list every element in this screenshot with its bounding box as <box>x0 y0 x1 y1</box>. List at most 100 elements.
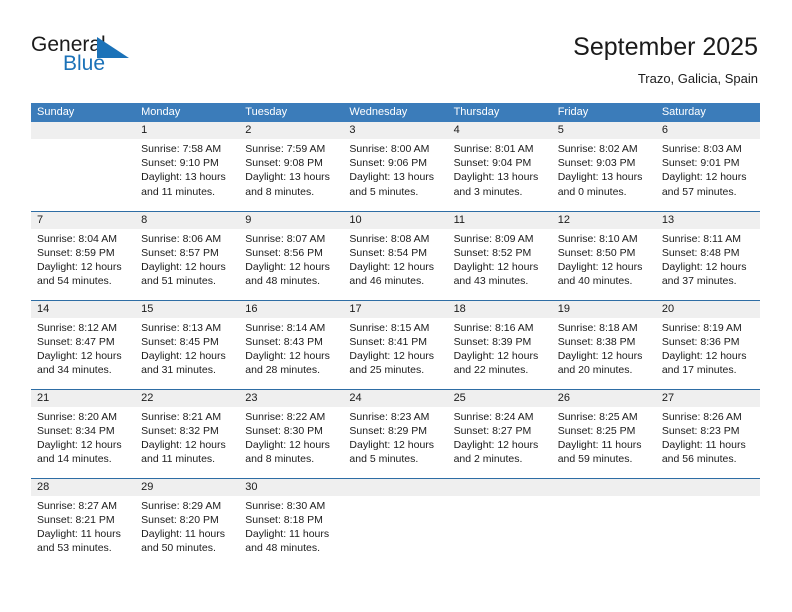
day-number: 3 <box>343 122 448 139</box>
day-number: 14 <box>31 300 136 318</box>
daylight-text-line1: Daylight: 12 hours <box>349 260 435 273</box>
daylight-text-line1: Daylight: 11 hours <box>37 527 121 540</box>
title-block: September 2025 Trazo, Galicia, Spain <box>573 32 758 86</box>
day-cell-inner: 13 Sunrise: 8:11 AM Sunset: 8:48 PM Dayligh… <box>655 211 760 300</box>
sunrise-text: Sunrise: 8:30 AM <box>245 499 326 512</box>
calendar-day-cell[interactable]: 24 Sunrise: 8:23 AM Sunset: 8:29 PM Dayligh… <box>343 388 448 478</box>
day-number: 27 <box>655 389 760 407</box>
calendar-day-cell[interactable]: 22 Sunrise: 8:21 AM Sunset: 8:32 PM Dayligh… <box>135 388 240 478</box>
day-cell-inner: 17 Sunrise: 8:15 AM Sunset: 8:41 PM Dayligh… <box>343 300 448 389</box>
day-number: 20 <box>655 300 760 318</box>
sunrise-text: Sunrise: 8:09 AM <box>453 232 534 245</box>
daylight-text-line2: and 31 minutes. <box>141 364 216 377</box>
day-cell-details: Sunrise: 8:06 AM Sunset: 8:57 PM Daylight:… <box>135 229 239 289</box>
day-cell-inner <box>551 478 656 568</box>
calendar-day-cell[interactable]: 18 Sunrise: 8:16 AM Sunset: 8:39 PM Dayligh… <box>447 299 552 389</box>
daylight-text-line2: and 11 minutes. <box>141 185 216 198</box>
day-cell-details: Sunrise: 8:12 AM Sunset: 8:47 PM Daylight:… <box>31 318 135 378</box>
calendar-day-cell[interactable]: 29 Sunrise: 8:29 AM Sunset: 8:20 PM Dayligh… <box>135 477 240 568</box>
sunrise-text: Sunrise: 8:13 AM <box>141 321 222 334</box>
calendar-day-cell[interactable]: 1 Sunrise: 7:58 AM Sunset: 9:10 PM Daylight… <box>135 122 240 211</box>
calendar-day-cell <box>551 477 656 568</box>
calendar-day-cell[interactable]: 3 Sunrise: 8:00 AM Sunset: 9:06 PM Daylight… <box>343 122 448 211</box>
day-header-saturday: Saturday <box>655 103 760 122</box>
day-cell-inner: 23 Sunrise: 8:22 AM Sunset: 8:30 PM Dayligh… <box>239 389 344 478</box>
daylight-text-line2: and 8 minutes. <box>245 453 315 466</box>
calendar-day-cell[interactable]: 28 Sunrise: 8:27 AM Sunset: 8:21 PM Dayligh… <box>31 477 136 567</box>
sunset-text: Sunset: 8:45 PM <box>141 335 219 348</box>
calendar-day-cell[interactable]: 12 Sunrise: 8:10 AM Sunset: 8:50 PM Dayligh… <box>551 210 656 300</box>
daylight-text-line2: and 17 minutes. <box>661 364 737 377</box>
day-cell-inner: 2 Sunrise: 7:59 AM Sunset: 9:08 PM Daylight… <box>239 122 344 211</box>
day-cell-inner: 21 Sunrise: 8:20 AM Sunset: 8:34 PM Dayligh… <box>31 389 136 478</box>
calendar-day-cell[interactable]: 11 Sunrise: 8:09 AM Sunset: 8:52 PM Dayligh… <box>447 210 552 300</box>
sunrise-text: Sunrise: 8:20 AM <box>37 410 117 423</box>
day-number: 29 <box>135 478 240 496</box>
daylight-text-line2: and 0 minutes. <box>557 185 627 198</box>
day-cell-inner: 16 Sunrise: 8:14 AM Sunset: 8:43 PM Dayligh… <box>239 300 344 389</box>
sunset-text: Sunset: 8:39 PM <box>453 335 532 348</box>
day-number <box>655 478 760 496</box>
sunrise-text: Sunrise: 8:11 AM <box>661 232 742 245</box>
sunset-text: Sunset: 8:47 PM <box>37 335 115 348</box>
calendar-day-cell[interactable]: 7 Sunrise: 8:04 AM Sunset: 8:59 PM Daylight… <box>31 210 136 300</box>
daylight-text-line2: and 48 minutes. <box>245 542 320 555</box>
sunrise-text: Sunrise: 8:04 AM <box>37 232 117 245</box>
calendar-day-cell[interactable]: 26 Sunrise: 8:25 AM Sunset: 8:25 PM Dayligh… <box>551 388 656 478</box>
day-cell-details: Sunrise: 8:26 AM Sunset: 8:23 PM Daylight:… <box>656 407 760 467</box>
sunset-text: Sunset: 9:03 PM <box>557 157 636 170</box>
daylight-text-line1: Daylight: 11 hours <box>141 527 225 540</box>
calendar-day-cell[interactable]: 8 Sunrise: 8:06 AM Sunset: 8:57 PM Daylight… <box>135 210 240 300</box>
sunrise-text: Sunrise: 8:08 AM <box>349 232 430 245</box>
sunrise-text: Sunrise: 7:58 AM <box>141 143 222 155</box>
day-cell-details <box>448 496 552 499</box>
day-cell-details: Sunrise: 8:10 AM Sunset: 8:50 PM Daylight:… <box>552 229 656 289</box>
day-cell-details: Sunrise: 8:22 AM Sunset: 8:30 PM Daylight:… <box>239 407 343 467</box>
calendar-day-cell[interactable]: 25 Sunrise: 8:24 AM Sunset: 8:27 PM Dayligh… <box>447 388 552 478</box>
day-cell-details: Sunrise: 8:18 AM Sunset: 8:38 PM Daylight:… <box>552 318 656 378</box>
calendar-day-cell[interactable]: 9 Sunrise: 8:07 AM Sunset: 8:56 PM Daylight… <box>239 210 344 300</box>
day-cell-inner: 29 Sunrise: 8:29 AM Sunset: 8:20 PM Dayligh… <box>135 478 240 568</box>
day-cell-details: Sunrise: 8:04 AM Sunset: 8:59 PM Daylight:… <box>31 229 135 289</box>
daylight-text-line2: and 51 minutes. <box>141 275 216 288</box>
calendar-day-cell[interactable]: 20 Sunrise: 8:19 AM Sunset: 8:36 PM Dayligh… <box>655 299 760 389</box>
brand-logo[interactable]: General Blue <box>31 34 171 82</box>
calendar-day-cell[interactable]: 17 Sunrise: 8:15 AM Sunset: 8:41 PM Dayligh… <box>343 299 448 389</box>
calendar-day-cell[interactable]: 13 Sunrise: 8:11 AM Sunset: 8:48 PM Dayligh… <box>655 210 760 300</box>
daylight-text-line2: and 53 minutes. <box>37 542 112 555</box>
day-cell-inner: 15 Sunrise: 8:13 AM Sunset: 8:45 PM Dayligh… <box>135 300 240 389</box>
calendar-day-cell[interactable]: 19 Sunrise: 8:18 AM Sunset: 8:38 PM Dayligh… <box>551 299 656 389</box>
day-number: 5 <box>551 122 656 139</box>
calendar-day-cell[interactable]: 16 Sunrise: 8:14 AM Sunset: 8:43 PM Dayligh… <box>239 299 344 389</box>
calendar-day-cell[interactable]: 15 Sunrise: 8:13 AM Sunset: 8:45 PM Dayligh… <box>135 299 240 389</box>
calendar-day-cell <box>343 477 448 567</box>
daylight-text-line1: Daylight: 13 hours <box>557 171 643 184</box>
calendar-day-cell[interactable]: 5 Sunrise: 8:02 AM Sunset: 9:03 PM Daylight… <box>551 122 656 211</box>
calendar-day-cell[interactable]: 30 Sunrise: 8:30 AM Sunset: 8:18 PM Dayligh… <box>239 477 344 567</box>
daylight-text-line1: Daylight: 13 hours <box>141 171 226 184</box>
day-number: 30 <box>239 478 344 496</box>
calendar-day-cell[interactable]: 27 Sunrise: 8:26 AM Sunset: 8:23 PM Dayligh… <box>655 388 760 478</box>
day-cell-details: Sunrise: 8:19 AM Sunset: 8:36 PM Daylight:… <box>656 318 760 378</box>
calendar-day-cell[interactable]: 14 Sunrise: 8:12 AM Sunset: 8:47 PM Dayligh… <box>31 299 136 389</box>
calendar-day-cell[interactable]: 6 Sunrise: 8:03 AM Sunset: 9:01 PM Daylight… <box>655 122 760 211</box>
day-number: 1 <box>135 122 240 139</box>
sunset-text: Sunset: 8:34 PM <box>37 424 115 437</box>
calendar-day-cell[interactable]: 21 Sunrise: 8:20 AM Sunset: 8:34 PM Dayligh… <box>31 388 136 478</box>
day-cell-details: Sunrise: 7:58 AM Sunset: 9:10 PM Daylight:… <box>135 139 239 199</box>
day-header-friday: Friday <box>551 103 656 122</box>
day-cell-inner: 22 Sunrise: 8:21 AM Sunset: 8:32 PM Dayligh… <box>135 389 240 478</box>
sunrise-text: Sunrise: 8:02 AM <box>557 143 638 155</box>
day-number: 17 <box>343 300 448 318</box>
calendar-day-cell[interactable]: 23 Sunrise: 8:22 AM Sunset: 8:30 PM Dayligh… <box>239 388 344 478</box>
day-cell-details: Sunrise: 8:27 AM Sunset: 8:21 PM Daylight:… <box>31 496 135 556</box>
calendar-day-cell[interactable]: 4 Sunrise: 8:01 AM Sunset: 9:04 PM Daylight… <box>447 122 552 211</box>
calendar-day-cell[interactable]: 2 Sunrise: 7:59 AM Sunset: 9:08 PM Daylight… <box>239 122 344 211</box>
daylight-text-line2: and 28 minutes. <box>245 364 320 377</box>
daylight-text-line2: and 50 minutes. <box>141 542 216 555</box>
daylight-text-line2: and 37 minutes. <box>661 275 737 288</box>
calendar-day-cell <box>31 122 136 211</box>
calendar-day-cell[interactable]: 10 Sunrise: 8:08 AM Sunset: 8:54 PM Dayligh… <box>343 210 448 300</box>
sunrise-text: Sunrise: 8:24 AM <box>453 410 534 423</box>
daylight-text-line1: Daylight: 13 hours <box>349 171 435 184</box>
